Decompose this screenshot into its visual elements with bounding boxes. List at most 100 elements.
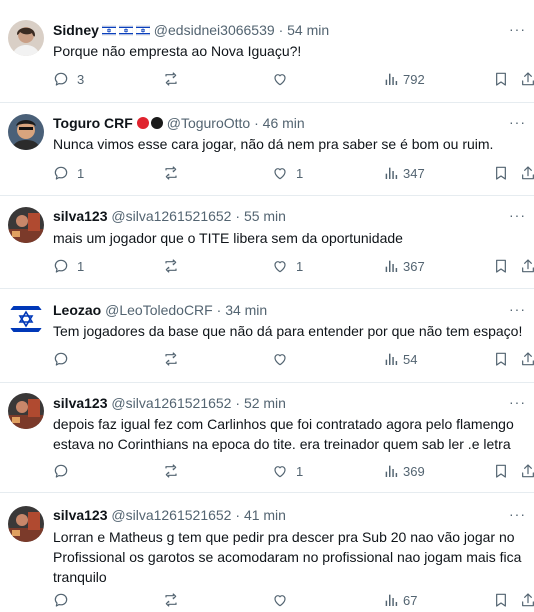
views-count: 347 [403,165,425,181]
more-icon[interactable]: ··· [509,302,526,316]
display-name[interactable]: Toguro CRF [53,115,133,131]
reply-button[interactable] [53,592,77,608]
share-button[interactable] [520,165,534,181]
retweet-icon [162,463,180,479]
timestamp[interactable]: 46 min [263,115,305,131]
views-button[interactable]: 792 [383,71,425,87]
like-button[interactable] [272,71,296,87]
share-button[interactable] [520,463,534,479]
display-name[interactable]: silva123 [53,507,108,523]
israel-flag-icon [99,22,116,38]
bookmark-button[interactable] [493,592,509,608]
heart-icon [272,71,288,87]
display-name[interactable]: silva123 [53,395,108,411]
retweet-icon [162,592,180,608]
share-button[interactable] [520,71,534,87]
tweet-header: Sidney @edsidnei3066539 · 54 min [53,22,329,39]
timestamp[interactable]: 52 min [244,395,286,411]
bookmark-icon [493,71,509,87]
reply-button[interactable] [53,351,77,367]
like-button[interactable] [272,351,296,367]
avatar[interactable] [8,20,44,56]
tweet-text: Lorran e Matheus g tem que pedir pra des… [53,529,522,585]
share-button[interactable] [520,592,534,608]
reply-button[interactable]: 1 [53,165,84,181]
views-icon [383,165,399,181]
display-name[interactable]: Sidney [53,22,99,38]
reply-button[interactable] [53,463,77,479]
like-button[interactable]: 1 [272,165,303,181]
tweet-header: silva123 @silva1261521652 · 52 min [53,395,286,412]
avatar[interactable] [8,301,44,337]
views-button[interactable]: 367 [383,258,425,274]
retweet-button[interactable] [162,258,188,274]
tweet-text: Tem jogadores da base que não dá para en… [53,323,523,339]
views-button[interactable]: 67 [383,592,417,608]
more-icon[interactable]: ··· [509,208,526,222]
views-button[interactable]: 347 [383,165,425,181]
display-name[interactable]: silva123 [53,208,108,224]
reply-count: 1 [77,165,85,181]
user-handle[interactable]: @edsidnei3066539 [154,22,275,38]
retweet-button[interactable] [162,351,188,367]
like-button[interactable] [272,592,296,608]
like-count: 1 [296,165,304,181]
share-button[interactable] [520,351,534,367]
bookmark-icon [493,592,509,608]
avatar[interactable] [8,114,44,150]
retweet-button[interactable] [162,592,188,608]
timestamp[interactable]: 55 min [244,208,286,224]
user-handle[interactable]: @silva1261521652 [111,395,231,411]
bookmark-button[interactable] [493,71,509,87]
avatar[interactable] [8,207,44,243]
bookmark-button[interactable] [493,351,509,367]
reply-icon [53,258,69,274]
like-button[interactable]: 1 [272,463,303,479]
timestamp[interactable]: 34 min [225,302,267,318]
israel-flag-icon [133,22,150,38]
share-icon [520,463,534,479]
more-icon[interactable]: ··· [509,22,526,36]
avatar[interactable] [8,506,44,542]
more-icon[interactable]: ··· [509,507,526,521]
reply-count: 1 [77,258,85,274]
user-handle[interactable]: @silva1261521652 [111,208,231,224]
separator: · [235,395,241,411]
bookmark-icon [493,351,509,367]
user-handle[interactable]: @silva1261521652 [111,507,231,523]
display-name[interactable]: Leozao [53,302,101,318]
retweet-icon [162,71,180,87]
separator: · [235,208,241,224]
timestamp[interactable]: 41 min [244,507,286,523]
bookmark-button[interactable] [493,165,509,181]
separator: · [216,302,222,318]
timestamp[interactable]: 54 min [287,22,329,38]
action-bar: 1 369 [0,463,534,483]
share-icon [520,258,534,274]
reply-count: 3 [77,71,85,87]
bookmark-button[interactable] [493,258,509,274]
reply-button[interactable]: 1 [53,258,84,274]
action-bar: 67 [0,592,534,612]
retweet-button[interactable] [162,463,188,479]
more-icon[interactable]: ··· [509,395,526,409]
retweet-icon [162,351,180,367]
tweet-header: silva123 @silva1261521652 · 41 min [53,507,286,524]
views-count: 367 [403,258,425,274]
retweet-button[interactable] [162,165,188,181]
user-handle[interactable]: @ToguroOtto [167,115,250,131]
israel-flag-icon [116,22,133,38]
like-count: 1 [296,463,304,479]
reply-icon [53,71,69,87]
user-handle[interactable]: @LeoToledoCRF [105,302,213,318]
share-icon [520,592,534,608]
views-button[interactable]: 54 [383,351,417,367]
more-icon[interactable]: ··· [509,115,526,129]
retweet-button[interactable] [162,71,188,87]
share-button[interactable] [520,258,534,274]
bookmark-button[interactable] [493,463,509,479]
reply-button[interactable]: 3 [53,71,84,87]
avatar[interactable] [8,393,44,429]
like-button[interactable]: 1 [272,258,303,274]
views-button[interactable]: 369 [383,463,425,479]
